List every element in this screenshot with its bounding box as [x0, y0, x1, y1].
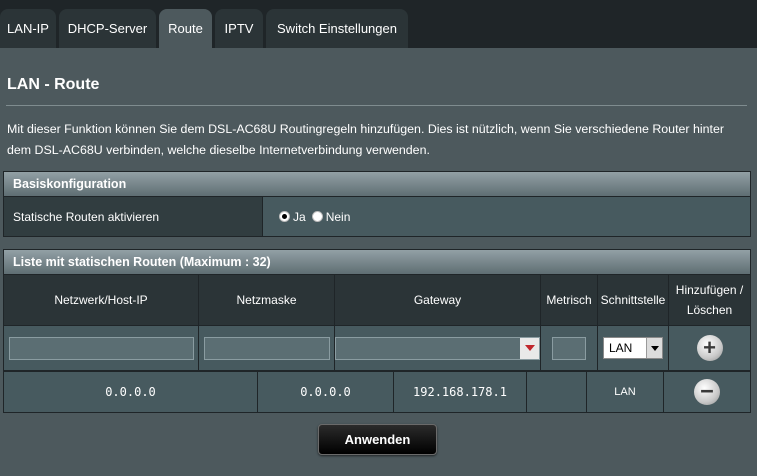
minus-icon: − [700, 379, 714, 404]
tab-lan-ip[interactable]: LAN-IP [0, 9, 56, 48]
basis-config-header: Basiskonfiguration [4, 172, 750, 197]
add-cell: + [669, 326, 750, 370]
basis-config-table: Basiskonfiguration Statische Routen akti… [3, 171, 751, 237]
chevron-down-icon[interactable] [520, 337, 539, 359]
tab-dhcp-server[interactable]: DHCP-Server [59, 9, 156, 48]
radio-ja-label[interactable]: Ja [293, 210, 306, 224]
interface-select[interactable]: LAN [603, 337, 663, 359]
interface-cell: LAN [598, 326, 669, 370]
network-cell [4, 326, 199, 370]
gateway-cell [335, 326, 541, 370]
tab-switch-einstellungen[interactable]: Switch Einstellungen [266, 9, 408, 48]
page-description: Mit dieser Funktion können Sie dem DSL-A… [7, 122, 724, 157]
col-gateway: Gateway [335, 275, 541, 325]
radio-nein[interactable] [311, 211, 323, 222]
netmask-cell [199, 326, 335, 370]
radio-nein-label[interactable]: Nein [326, 210, 351, 224]
col-interface: Schnittstelle [598, 275, 669, 325]
netmask-input[interactable] [203, 336, 330, 360]
gateway-select[interactable] [335, 336, 540, 360]
metric-input[interactable] [552, 336, 586, 360]
metric-cell [541, 326, 598, 370]
divider [6, 105, 747, 106]
row-network: 0.0.0.0 [4, 372, 258, 412]
static-routes-header: Liste mit statischen Routen (Maximum : 3… [4, 250, 750, 275]
tab-iptv[interactable]: IPTV [215, 9, 263, 48]
interface-select-value: LAN [609, 341, 633, 355]
table-row: 0.0.0.0 0.0.0.0 192.168.178.1 LAN − [3, 371, 751, 413]
network-input[interactable] [8, 336, 194, 360]
tab-route[interactable]: Route [159, 9, 212, 48]
static-routes-options: Ja Nein [263, 197, 750, 236]
apply-button[interactable]: Anwenden [318, 424, 437, 455]
delete-route-button[interactable]: − [694, 379, 720, 405]
row-metric [527, 372, 587, 412]
static-routes-table: Liste mit statischen Routen (Maximum : 3… [3, 249, 751, 371]
plus-icon: + [703, 335, 716, 360]
static-routes-row: Statische Routen aktivieren Ja Nein [4, 197, 750, 236]
row-gateway: 192.168.178.1 [394, 372, 527, 412]
add-route-button[interactable]: + [696, 335, 723, 361]
col-netmask: Netzmaske [199, 275, 335, 325]
routes-column-headers: Netzwerk/Host-IP Netzmaske Gateway Metri… [4, 275, 750, 326]
col-add-delete: Hinzufügen / Löschen [675, 283, 744, 317]
col-metric: Metrisch [541, 275, 598, 325]
chevron-down-icon[interactable] [646, 338, 662, 358]
static-routes-label: Statische Routen aktivieren [4, 197, 263, 236]
routes-input-row: LAN + [4, 326, 750, 370]
tab-bar: LAN-IP DHCP-Server Route IPTV Switch Ein… [0, 0, 757, 48]
page-title: LAN - Route [7, 76, 100, 93]
radio-ja[interactable] [279, 211, 290, 222]
col-network: Netzwerk/Host-IP [4, 275, 199, 325]
row-netmask: 0.0.0.0 [258, 372, 394, 412]
row-interface: LAN [587, 372, 664, 412]
row-delete-cell: − [664, 372, 750, 412]
